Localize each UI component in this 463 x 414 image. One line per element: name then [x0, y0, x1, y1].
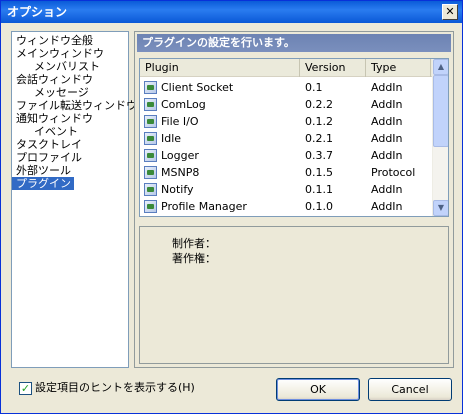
plugin-type: AddIn — [371, 81, 403, 94]
plugin-row[interactable]: Client Socket 0.1 AddIn — [140, 79, 433, 96]
column-type[interactable]: Type — [366, 59, 431, 77]
plugin-row[interactable]: File I/O 0.1.2 AddIn — [140, 113, 433, 130]
plugin-icon — [144, 149, 157, 162]
plugin-type: AddIn — [371, 200, 403, 213]
plugin-name: ComLog — [161, 98, 206, 111]
plugin-type: AddIn — [371, 132, 403, 145]
column-plugin[interactable]: Plugin — [140, 59, 300, 77]
column-version[interactable]: Version — [300, 59, 366, 77]
plugin-icon — [144, 115, 157, 128]
plugin-icon — [144, 81, 157, 94]
plugin-type: AddIn — [371, 115, 403, 128]
plugin-name: Logger — [161, 149, 199, 162]
plugin-version: 0.1.0 — [305, 200, 333, 213]
plugin-row[interactable]: MSNP8 0.1.5 Protocol — [140, 164, 433, 181]
tree-item[interactable]: イベント — [30, 125, 81, 138]
plugin-icon — [144, 166, 157, 179]
category-tree[interactable]: ウィンドウ全般 メインウィンドウ メンバリスト 会話ウィンドウ メッセージ ファイル転送ウ… — [11, 31, 137, 368]
plugin-version: 0.2.2 — [305, 98, 333, 111]
plugin-icon — [144, 132, 157, 145]
plugin-icon — [144, 200, 157, 213]
plugin-version: 0.3.7 — [305, 149, 333, 162]
plugin-version: 0.1 — [305, 81, 323, 94]
scroll-down-button[interactable]: ▼ — [433, 200, 448, 216]
plugin-version: 0.1.5 — [305, 166, 333, 179]
hint-checkbox[interactable]: ✓ — [19, 382, 32, 395]
tree-item[interactable]: メインウィンドウ — [12, 47, 107, 60]
plugin-version: 0.2.1 — [305, 132, 333, 145]
plugin-name: Client Socket — [161, 81, 234, 94]
tree-item[interactable]: タスクトレイ — [12, 138, 85, 151]
plugin-details-box: 制作者： 著作権： — [139, 226, 449, 364]
plugin-name: File I/O — [161, 115, 199, 128]
tree-item[interactable]: 外部ツール — [12, 164, 74, 177]
tree-item[interactable]: メッセージ — [30, 86, 92, 99]
plugin-list-scrollbar[interactable]: ▲ ▼ — [432, 59, 448, 216]
plugin-row[interactable]: ComLog 0.2.2 AddIn — [140, 96, 433, 113]
tree-item[interactable]: ファイル転送ウィンドウ — [12, 99, 140, 112]
scroll-thumb[interactable] — [433, 75, 448, 147]
plugin-row[interactable]: Logger 0.3.7 AddIn — [140, 147, 433, 164]
plugin-type: AddIn — [371, 149, 403, 162]
plugin-name: Notify — [161, 183, 194, 196]
plugin-list-header: Plugin Version Type — [140, 59, 433, 77]
close-icon[interactable]: ✕ — [442, 4, 458, 20]
scroll-up-button[interactable]: ▲ — [433, 59, 448, 75]
plugin-settings-panel: プラグインの設定を行います。 Plugin Version Type Clien… — [134, 31, 454, 368]
plugin-type: Protocol — [371, 166, 416, 179]
copyright-label: 著作権： — [172, 252, 216, 265]
hint-checkbox-label[interactable]: 設定項目のヒントを表示する(H) — [35, 381, 195, 395]
window-title: オプション — [7, 5, 68, 19]
cancel-button[interactable]: Cancel — [368, 378, 452, 401]
author-label: 制作者： — [172, 237, 216, 250]
plugin-row[interactable]: Notify 0.1.1 AddIn — [140, 181, 433, 198]
title-bar: オプション ✕ — [1, 1, 462, 23]
tree-item[interactable]: 通知ウィンドウ — [12, 112, 96, 125]
plugin-list[interactable]: Plugin Version Type Client Socket 0.1 AddI… — [139, 58, 449, 217]
plugin-type: AddIn — [371, 183, 403, 196]
plugin-version: 0.1.2 — [305, 115, 333, 128]
ok-button[interactable]: OK — [276, 378, 360, 401]
plugin-name: Profile Manager — [161, 200, 247, 213]
plugin-icon — [144, 98, 157, 111]
plugin-icon — [144, 183, 157, 196]
plugin-name: MSNP8 — [161, 166, 200, 179]
plugin-name: Idle — [161, 132, 182, 145]
tree-item[interactable]: メンバリスト — [30, 60, 103, 73]
plugin-row[interactable]: Idle 0.2.1 AddIn — [140, 130, 433, 147]
panel-header: プラグインの設定を行います。 — [137, 34, 451, 52]
tree-item[interactable]: プラグイン — [12, 177, 74, 190]
plugin-version: 0.1.1 — [305, 183, 333, 196]
tree-item[interactable]: ウィンドウ全般 — [12, 34, 96, 47]
options-dialog: オプション ✕ ウィンドウ全般 メインウィンドウ メンバリスト 会話ウィンドウ メッセー… — [0, 0, 463, 414]
tree-item[interactable]: プロファイル — [12, 151, 85, 164]
plugin-row[interactable]: Profile Manager 0.1.0 AddIn — [140, 198, 433, 215]
plugin-type: AddIn — [371, 98, 403, 111]
tree-item[interactable]: 会話ウィンドウ — [12, 73, 96, 86]
